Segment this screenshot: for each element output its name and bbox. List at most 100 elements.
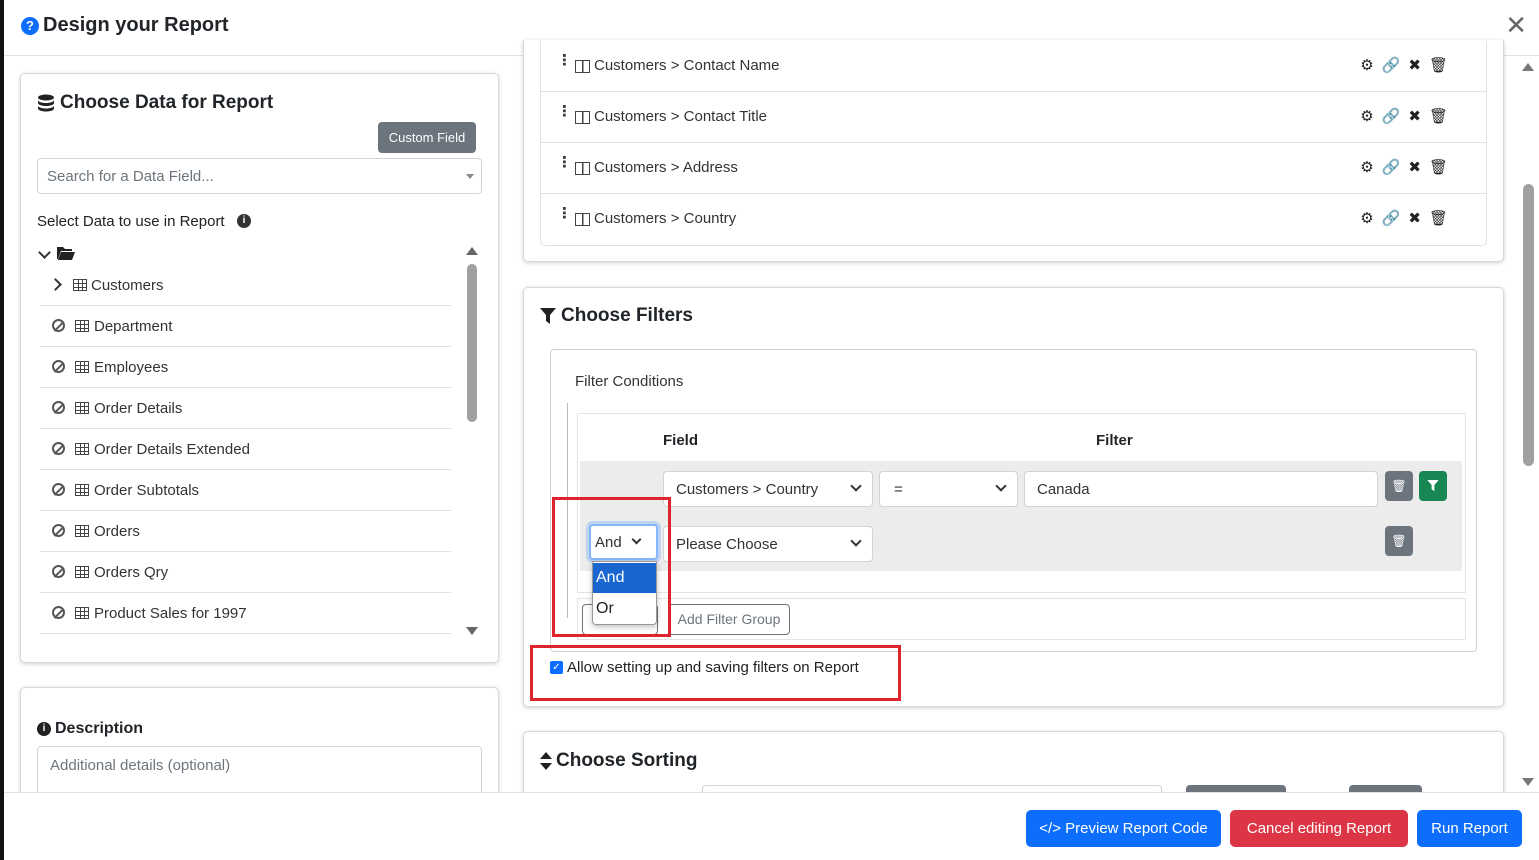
tree-item-employees[interactable]: Employees (40, 347, 451, 388)
ban-icon (52, 401, 65, 414)
delete-filter-button-2[interactable]: 🗑 (1385, 526, 1413, 556)
drag-handle-icon[interactable]: ⋮ (557, 53, 572, 68)
select-data-label: Select Data to use in Report (37, 213, 225, 230)
gear-icon[interactable]: ⚙ (1360, 57, 1381, 74)
drag-handle-icon[interactable]: ⋮ (557, 155, 572, 170)
highlight-box-allow (530, 645, 901, 701)
tree-item-label: Orders Qry (94, 564, 169, 581)
tree-item-label: Order Details (94, 400, 183, 417)
column-table: Customers (594, 210, 667, 227)
custom-field-button[interactable]: Custom Field (378, 122, 476, 153)
chevron-down-icon (995, 480, 1007, 492)
choose-data-title: Choose Data for Report (60, 92, 274, 113)
trash-icon[interactable]: 🗑 (1429, 210, 1456, 227)
trash-icon[interactable]: 🗑 (1429, 57, 1456, 74)
tree-scrollbar-thumb[interactable] (467, 264, 477, 422)
tree-item-department[interactable]: Department (40, 306, 451, 347)
filter-column-header: Filter (1096, 432, 1133, 449)
ban-icon (52, 319, 65, 332)
close-icon[interactable]: ✕ (1505, 12, 1527, 38)
column-row[interactable]: ⋮ Customers > Contact Title ⚙🔗✖🗑 (541, 92, 1486, 143)
tree-item-customers[interactable]: Customers (40, 265, 451, 306)
delete-filter-button[interactable]: 🗑 (1385, 471, 1413, 501)
table-icon (75, 484, 89, 496)
tree-item-label: Customers (91, 277, 164, 294)
highlight-box-connector (552, 497, 671, 637)
tree-item-orders-qry[interactable]: Orders Qry (40, 552, 451, 593)
preview-report-code-button[interactable]: </> Preview Report Code (1026, 810, 1221, 847)
column-row[interactable]: ⋮ Customers > Contact Name ⚙🔗✖🗑 (541, 41, 1486, 92)
table-icon (75, 525, 89, 537)
ban-icon (52, 442, 65, 455)
column-row[interactable]: ⋮ Customers > Country ⚙🔗✖🗑 (541, 194, 1486, 245)
column-table: Customers (594, 108, 667, 125)
remove-icon[interactable]: ✖ (1408, 57, 1429, 74)
tree-item-label: Department (94, 318, 173, 335)
cancel-editing-button[interactable]: Cancel editing Report (1230, 810, 1408, 847)
tree-item-label: Order Details Extended (94, 441, 250, 458)
gear-icon[interactable]: ⚙ (1360, 108, 1381, 125)
columns-icon (575, 213, 590, 226)
filter-icon (1427, 480, 1439, 492)
tree-item-order-subtotals[interactable]: Order Subtotals (40, 470, 451, 511)
preview-label: Preview Report Code (1065, 820, 1208, 837)
info-icon[interactable]: i (237, 214, 251, 228)
tree-item-order-details[interactable]: Order Details (40, 388, 451, 429)
database-icon (37, 94, 55, 114)
filter-field-select-2[interactable]: Please Choose (663, 526, 873, 562)
chevron-down-icon (850, 535, 862, 547)
scroll-down-icon[interactable] (1522, 778, 1534, 786)
table-icon (73, 279, 87, 291)
table-icon (75, 361, 89, 373)
add-filter-group-button[interactable]: Add Filter Group (668, 604, 790, 635)
filter-field-value: Customers > Country (676, 481, 819, 498)
columns-icon (575, 60, 590, 73)
filter-field-select[interactable]: Customers > Country (663, 471, 873, 507)
data-field-search[interactable]: Search for a Data Field... (37, 158, 482, 194)
remove-icon[interactable]: ✖ (1408, 159, 1429, 176)
table-icon (75, 607, 89, 619)
main-scrollbar-thumb[interactable] (1523, 184, 1534, 466)
trash-icon[interactable]: 🗑 (1429, 108, 1456, 125)
help-icon[interactable]: ? (21, 17, 39, 35)
trash-icon[interactable]: 🗑 (1429, 159, 1456, 176)
link-icon[interactable]: 🔗 (1382, 159, 1409, 176)
ban-icon (52, 483, 65, 496)
column-field: Contact Title (683, 108, 768, 125)
column-table: Customers (594, 57, 667, 74)
column-field: Address (682, 159, 738, 176)
tree-scroll-up-icon[interactable] (466, 247, 478, 255)
drag-handle-icon[interactable]: ⋮ (557, 104, 572, 119)
gear-icon[interactable]: ⚙ (1360, 159, 1381, 176)
filter-value-input[interactable]: Canada (1024, 471, 1378, 507)
column-field: Contact Name (683, 57, 780, 74)
tree-item-product-sales-1997[interactable]: Product Sales for 1997 (40, 593, 451, 634)
link-icon[interactable]: 🔗 (1382, 108, 1409, 125)
add-filter-button[interactable] (1419, 471, 1447, 501)
columns-icon (575, 111, 590, 124)
field-column-header: Field (663, 432, 699, 449)
window-edge (0, 0, 4, 860)
tree-item-order-details-extended[interactable]: Order Details Extended (40, 429, 451, 470)
run-report-button[interactable]: Run Report (1417, 810, 1522, 847)
tree-scroll-down-icon[interactable] (466, 627, 478, 635)
column-field: Country (683, 210, 737, 227)
remove-icon[interactable]: ✖ (1408, 210, 1429, 227)
column-row[interactable]: ⋮ Customers > Address ⚙🔗✖🗑 (541, 143, 1486, 194)
link-icon[interactable]: 🔗 (1382, 57, 1409, 74)
code-icon: </> (1039, 820, 1066, 837)
gear-icon[interactable]: ⚙ (1360, 210, 1381, 227)
link-icon[interactable]: 🔗 (1382, 210, 1409, 227)
remove-icon[interactable]: ✖ (1408, 108, 1429, 125)
description-placeholder: Additional details (optional) (50, 757, 231, 774)
dialog-title: Design your Report (43, 14, 229, 36)
trash-icon: 🗑 (1391, 479, 1407, 493)
description-title: Description (55, 720, 144, 737)
filter-operator-select[interactable]: = (879, 471, 1018, 507)
tree-item-orders[interactable]: Orders (40, 511, 451, 552)
column-actions: ⚙🔗✖🗑 (1360, 56, 1456, 74)
scroll-up-icon[interactable] (1522, 63, 1534, 71)
drag-handle-icon[interactable]: ⋮ (557, 206, 572, 221)
expand-chevron-icon[interactable] (49, 278, 62, 291)
tree-item-label: Order Subtotals (94, 482, 200, 499)
